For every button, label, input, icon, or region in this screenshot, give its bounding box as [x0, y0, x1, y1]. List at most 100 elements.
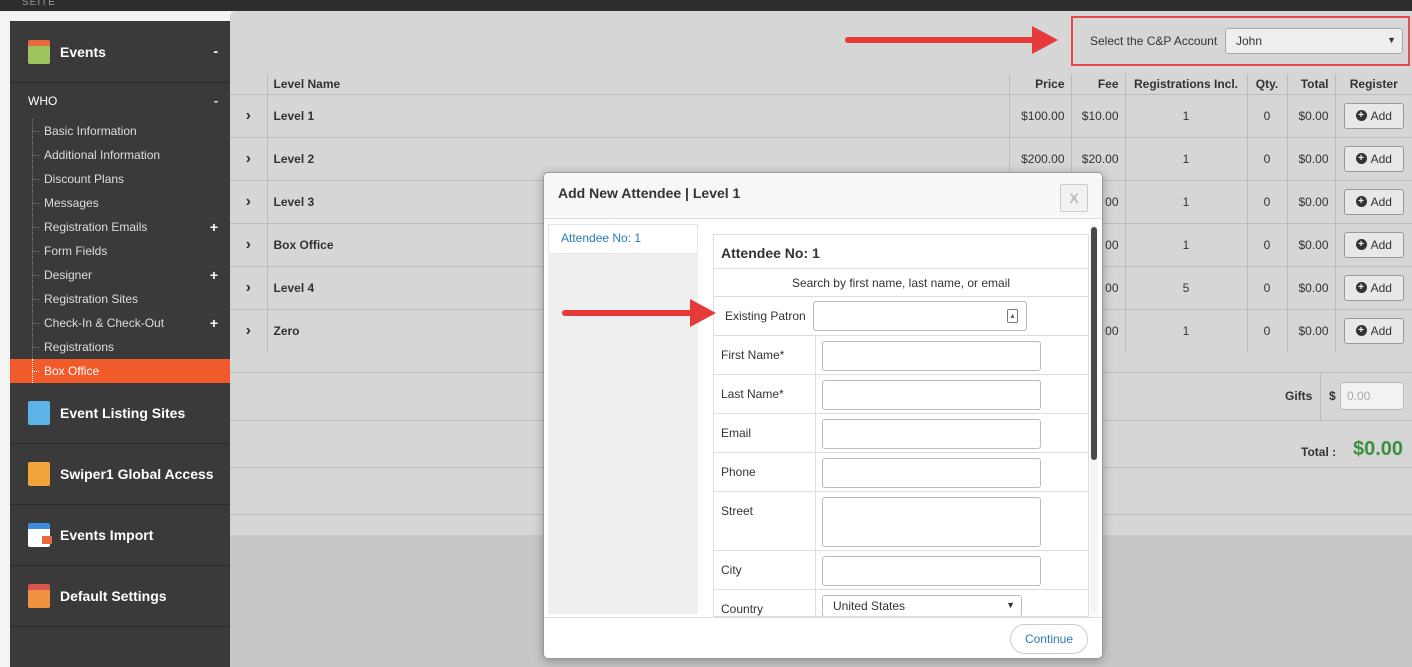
attendee-form: Attendee No: 1 Search by first name, las…: [713, 234, 1089, 617]
first-name-label: First Name*: [721, 348, 785, 362]
annotation-arrow-patron: [562, 299, 716, 327]
sidebar-section-events-import[interactable]: Events Import: [10, 505, 230, 566]
register-cell: + Add: [1334, 222, 1412, 266]
city-field[interactable]: [822, 556, 1041, 586]
first-name-field[interactable]: [822, 341, 1041, 371]
arrow-head-icon: [1032, 26, 1058, 54]
plus-circle-icon: +: [1355, 282, 1367, 293]
phone-field[interactable]: [822, 458, 1041, 488]
brand-logo: SEITE: [22, 0, 56, 8]
register-cell: + Add: [1334, 265, 1412, 309]
expand-plus-icon[interactable]: +: [210, 263, 218, 287]
continue-button[interactable]: Continue: [1010, 624, 1088, 654]
plus-circle-icon: +: [1355, 153, 1367, 164]
level-registrations-incl: 1: [1124, 308, 1247, 352]
scrollbar-thumb[interactable]: [1091, 227, 1097, 460]
sidebar-item-messages[interactable]: Messages: [10, 191, 230, 215]
sidebar-section-swiper1-global-access[interactable]: Swiper1 Global Access: [10, 444, 230, 505]
tab-attendee-1[interactable]: Attendee No: 1: [548, 224, 698, 254]
collapse-toggle[interactable]: -: [213, 43, 218, 59]
register-cell: + Add: [1334, 179, 1412, 223]
sidebar: Events - WHO - Basic Information Additio…: [10, 21, 230, 667]
gifts-label: Gifts: [1285, 389, 1313, 403]
sidebar-item-label: Designer: [44, 268, 93, 282]
sidebar-item-label: Basic Information: [44, 124, 137, 138]
account-select[interactable]: John ▼: [1225, 28, 1403, 54]
email-row: Email: [714, 414, 1088, 453]
first-name-row: First Name*: [714, 336, 1088, 375]
modal-footer: Continue: [544, 617, 1102, 659]
chevron-right-icon[interactable]: ›: [230, 93, 267, 137]
sidebar-submenu: Basic Information Additional Information…: [10, 119, 230, 383]
column-header-fee: Fee: [1070, 74, 1125, 94]
last-name-label: Last Name*: [721, 387, 784, 401]
column-header-register: Register: [1334, 74, 1412, 94]
modal-header: Add New Attendee | Level 1 X: [544, 173, 1102, 219]
expand-plus-icon[interactable]: +: [210, 311, 218, 335]
column-header-level-name: Level Name: [266, 74, 1009, 94]
chevron-right-icon[interactable]: ›: [230, 308, 267, 352]
sidebar-item-registration-sites[interactable]: Registration Sites: [10, 287, 230, 311]
sidebar-section-event-listing-sites[interactable]: Event Listing Sites: [10, 383, 230, 444]
column-header-total: Total: [1286, 74, 1335, 94]
document-icon: [28, 401, 50, 425]
chevron-right-icon[interactable]: ›: [230, 265, 267, 309]
add-button[interactable]: + Add: [1343, 317, 1404, 344]
sidebar-group-label: WHO: [28, 94, 58, 108]
expand-plus-icon[interactable]: +: [210, 215, 218, 239]
existing-patron-input[interactable]: ▴: [813, 301, 1027, 331]
existing-patron-row: Existing Patron ▴: [714, 297, 1088, 336]
sidebar-item-label: Messages: [44, 196, 99, 210]
sidebar-item-check-in-check-out[interactable]: Check-In & Check-Out +: [10, 311, 230, 335]
country-select-value: United States: [833, 599, 906, 613]
sidebar-item-discount-plans[interactable]: Discount Plans: [10, 167, 230, 191]
add-button[interactable]: + Add: [1343, 145, 1404, 172]
sidebar-item-form-fields[interactable]: Form Fields: [10, 239, 230, 263]
plus-circle-icon: +: [1355, 325, 1367, 337]
account-select-label: Select the C&P Account: [1090, 34, 1218, 48]
add-button[interactable]: + Add: [1343, 188, 1404, 215]
field-separator: [815, 453, 816, 491]
add-button[interactable]: + Add: [1343, 102, 1404, 129]
add-button-label: Add: [1370, 280, 1392, 295]
sidebar-item-label: Registration Emails: [44, 220, 148, 234]
level-qty: 0: [1246, 265, 1287, 309]
field-separator: [815, 414, 816, 452]
country-select[interactable]: United States ▼: [822, 595, 1022, 616]
add-attendee-modal: Add New Attendee | Level 1 X Attendee No…: [543, 172, 1103, 659]
chevron-right-icon[interactable]: ›: [230, 222, 267, 266]
add-button[interactable]: + Add: [1343, 231, 1404, 258]
gifts-input[interactable]: 0.00: [1340, 382, 1404, 410]
field-separator: [815, 375, 816, 413]
street-row: Street: [714, 492, 1088, 551]
level-fee: $10.00: [1070, 93, 1125, 137]
sidebar-section-default-settings[interactable]: Default Settings: [10, 566, 230, 627]
close-button[interactable]: X: [1060, 184, 1088, 212]
sidebar-item-additional-information[interactable]: Additional Information: [10, 143, 230, 167]
email-field[interactable]: [822, 419, 1041, 449]
sidebar-group-who[interactable]: WHO -: [10, 83, 230, 119]
country-row: Country United States ▼: [714, 590, 1088, 616]
sidebar-item-registration-emails[interactable]: Registration Emails +: [10, 215, 230, 239]
sidebar-item-basic-information[interactable]: Basic Information: [10, 119, 230, 143]
sidebar-item-registrations[interactable]: Registrations: [10, 335, 230, 359]
sidebar-section-label: Event Listing Sites: [60, 405, 186, 421]
sidebar-item-box-office[interactable]: Box Office: [10, 359, 230, 383]
settings-icon: [28, 584, 50, 608]
add-button[interactable]: + Add: [1343, 274, 1404, 301]
last-name-field[interactable]: [822, 380, 1041, 410]
level-total: $0.00: [1286, 265, 1335, 309]
column-header-price: Price: [1008, 74, 1071, 94]
level-qty: 0: [1246, 136, 1287, 180]
add-button-label: Add: [1370, 323, 1392, 338]
chevron-right-icon[interactable]: ›: [230, 136, 267, 180]
level-total: $0.00: [1286, 179, 1335, 223]
sidebar-item-designer[interactable]: Designer +: [10, 263, 230, 287]
sidebar-section-events[interactable]: Events -: [10, 21, 230, 83]
collapse-toggle[interactable]: -: [214, 94, 218, 108]
sidebar-item-label: Check-In & Check-Out: [44, 316, 165, 330]
street-textarea[interactable]: [822, 497, 1041, 547]
import-icon: [28, 523, 52, 547]
sidebar-item-label: Form Fields: [44, 244, 108, 258]
chevron-right-icon[interactable]: ›: [230, 179, 267, 223]
